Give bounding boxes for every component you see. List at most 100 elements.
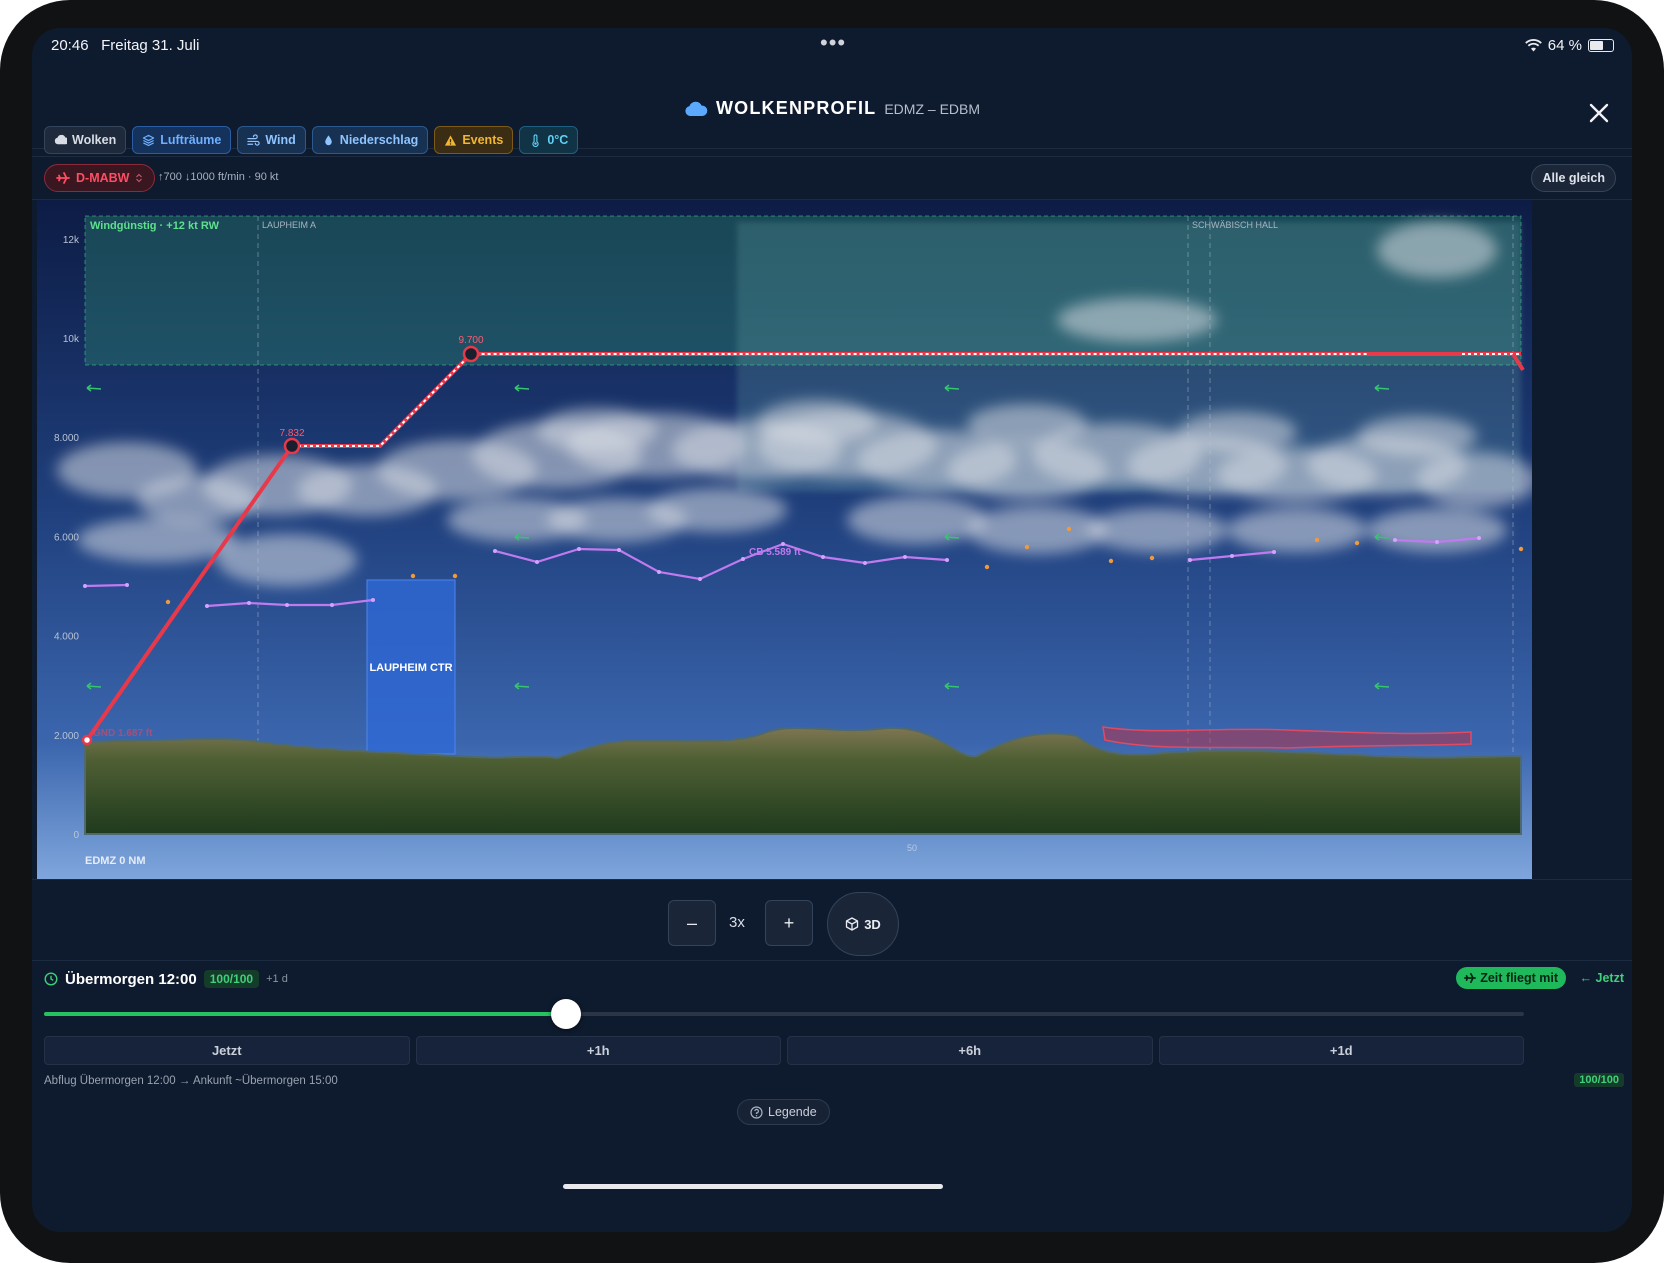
cloud-puff [1177,412,1297,452]
layer-toggle-events[interactable]: Events [434,126,514,154]
view-3d-button[interactable]: 3D [827,892,899,956]
route-waypoint[interactable] [81,734,93,746]
cloud-puff [1367,508,1507,552]
home-indicator[interactable] [563,1184,943,1189]
divider [32,879,1632,880]
layer-toggle-label: Wolken [72,133,117,147]
layer-toggle-0-c[interactable]: 0°C [519,126,579,154]
departure-time: Übermorgen 12:00 100/100 +1 d [44,970,288,988]
cloud-base-point [698,577,702,581]
zoom-in-button[interactable]: + [765,900,813,946]
zeit-fliegt-mit-button[interactable]: Zeit fliegt mit [1456,967,1566,989]
layer-toggle-label: Events [462,133,504,147]
jetzt-link[interactable]: ← Jetzt [1580,971,1624,985]
multitasking-dots-icon[interactable]: ••• [820,30,846,56]
time-step-button[interactable]: Jetzt [44,1036,410,1065]
title-text: WOLKENPROFIL [715,98,877,118]
cloud-base-point [1272,550,1276,554]
cloud-puff [77,518,237,562]
route-waypoint[interactable] [462,345,480,363]
cloud-base-point [741,557,745,561]
divider [32,156,1632,157]
zoom-out-button[interactable]: – [668,900,716,946]
time-step-button[interactable]: +1h [415,1036,781,1065]
cloud-base-point [125,583,129,587]
alle-gleich-button[interactable]: Alle gleich [1531,164,1616,192]
x-start-label: EDMZ 0 NM [85,855,146,867]
y-tick-label: 4.000 [54,632,79,643]
cloud-puff [217,534,357,586]
cloud-puff [847,496,987,544]
time-step-button[interactable]: +6h [787,1036,1153,1065]
layer-toggle-niederschlag[interactable]: Niederschlag [311,126,429,154]
cloud-icon [54,134,67,144]
cloud-base-point [330,603,334,607]
freezing-level-dot [1354,540,1360,546]
zeit-label: Zeit fliegt mit [1480,971,1558,985]
cloud-puff [757,400,877,444]
score-badge: 100/100 [203,970,260,988]
cloud-base-point [821,555,825,559]
freezing-level-dot [1314,537,1320,543]
app-screen: 20:46 Freitag 31. Juli ••• 64 % WOLKENPR… [32,28,1632,1232]
slider-knob[interactable] [551,999,582,1029]
freezing-level-dot [984,564,990,570]
freezing-level-dot [1108,558,1114,564]
cloud-puff [1227,508,1367,552]
cloud-puff [967,404,1087,444]
waypoint-label-7832: 7.832 [279,428,304,439]
cloud-puff [537,408,657,452]
time-step-button[interactable]: +1d [1158,1036,1524,1065]
airspace-label-schwaebisch-hall: SCHWÄBISCH HALL [1192,220,1278,230]
aircraft-performance: ↑700 ↓1000 ft/min · 90 kt [158,171,279,183]
cloud-base-point [781,542,785,546]
route-waypoint[interactable] [283,437,301,455]
ctr-label: LAUPHEIM CTR [369,662,452,674]
zoom-level: 3x [729,914,745,931]
wind-banner: Windgünstig · +12 kt RW [90,220,220,232]
layer-toggle-wolken[interactable]: Wolken [44,126,127,154]
thermometer-icon [532,133,539,147]
time-slider[interactable] [44,999,1524,1029]
status-date: Freitag 31. Juli [101,37,200,54]
gnd-label: GND 1.687 ft [93,728,153,739]
cloud-base-point [617,548,621,552]
layer-toggle-label: Lufträume [160,133,222,147]
flight-info: Abflug Übermorgen 12:00 → Ankunft ~Überm… [44,1075,338,1087]
cloud-icon [685,101,708,116]
layers-icon [143,134,155,146]
freezing-level-dot [165,599,171,605]
status-right: 64 % [1524,37,1614,54]
layer-toggle-lufträume[interactable]: Lufträume [132,126,232,154]
cloud-base-point [657,570,661,574]
day-offset: +1 d [266,973,288,985]
legend-button[interactable]: Legende [737,1099,830,1125]
y-tick-label: 0 [73,830,79,841]
layer-toggle-label: Wind [265,133,296,147]
freezing-level-dot [1066,526,1072,532]
waypoint-label-9700: 9.700 [458,335,483,346]
y-tick-label: 8.000 [54,433,79,444]
battery-icon [1588,39,1614,52]
cloud-base-point [493,549,497,553]
time-panel: Übermorgen 12:00 100/100 +1 d Zeit flieg… [32,961,1632,1232]
cloud-base-point [577,547,581,551]
slider-fill [44,1012,567,1016]
cloud-base-point [1435,540,1439,544]
aircraft-selector[interactable]: D-MABW [44,164,156,192]
wifi-icon [1524,39,1542,52]
cloud-base-point [371,598,375,602]
x-mid-label: 50 [907,843,917,853]
cloud-profile-chart[interactable]: 12k 10k 8.000 6.000 4.000 2.000 0 LAUPHEIM A S… [37,200,1532,879]
layer-toggle-wind[interactable]: Wind [237,126,306,154]
cube-icon [846,917,859,931]
freezing-level-dot [410,573,416,579]
page-title: WOLKENPROFIL EDMZ – EDBM [32,98,1632,119]
cloud-base-point [285,603,289,607]
zoom-controls: – 3x + 3D [32,890,1632,956]
cloud-base-point [247,601,251,605]
status-time: 20:46 Freitag 31. Juli [51,37,200,54]
airplane-icon [1464,972,1477,984]
layer-toggle-label: 0°C [547,133,569,147]
close-icon[interactable] [1584,98,1614,128]
